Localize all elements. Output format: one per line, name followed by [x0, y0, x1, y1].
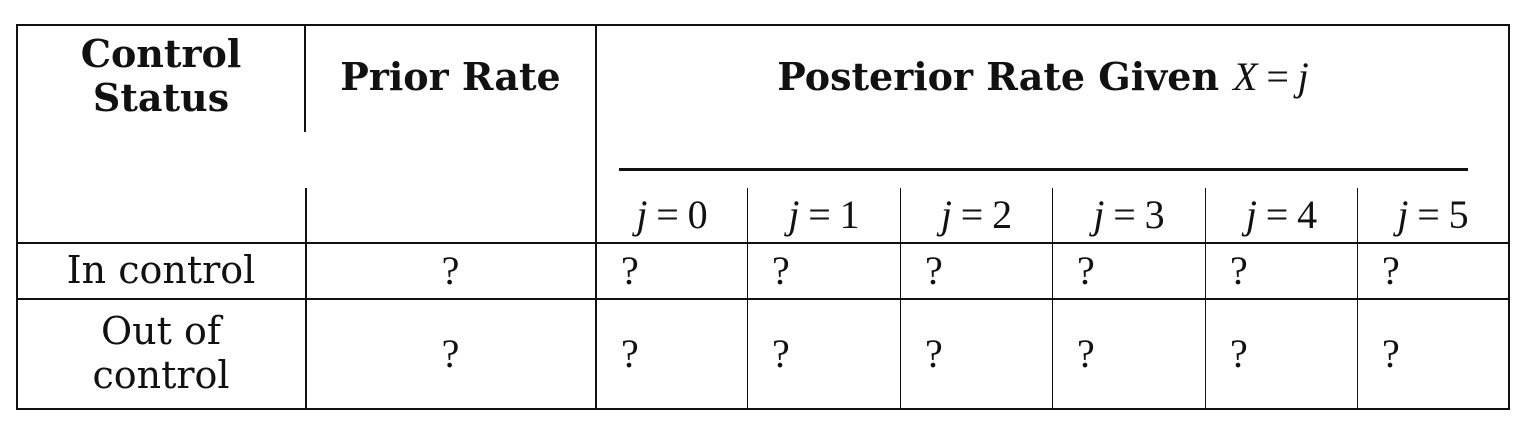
header-prior-rate: Prior Rate	[306, 50, 595, 104]
posterior-rate-table: Control Status Prior Rate Posterior Rate…	[0, 0, 1522, 430]
subheader-j-5-var: j	[1397, 192, 1409, 237]
header-prior-rate-label: Prior Rate	[340, 54, 561, 100]
row-in-control-post-2: ?	[901, 244, 1052, 298]
header-posterior-var: X	[1233, 54, 1258, 99]
row-out-of-control-post-1: ?	[748, 300, 900, 408]
row-out-of-control-post-3: ?	[1053, 300, 1205, 408]
subheader-j-3-eq: =	[1113, 192, 1136, 237]
subheader-j-1: j = 1	[748, 190, 900, 240]
subheader-j-3: j = 3	[1053, 190, 1205, 240]
subheader-j-0: j = 0	[597, 190, 747, 240]
subheader-j-3-num: 3	[1144, 192, 1165, 237]
subheader-j-1-num: 1	[839, 192, 860, 237]
row-out-of-control-post-2-value: ?	[925, 331, 943, 376]
row-in-control-post-1: ?	[748, 244, 900, 298]
subheader-j-4: j = 4	[1206, 190, 1357, 240]
row-out-of-control-prior: ?	[306, 300, 595, 408]
row-in-control-post-2-value: ?	[925, 248, 943, 293]
row-in-control-post-0-value: ?	[621, 248, 639, 293]
row-out-of-control-post-4: ?	[1206, 300, 1357, 408]
header-control-status-line1: Control	[80, 31, 242, 77]
row-out-of-control-post-4-value: ?	[1230, 331, 1248, 376]
row-out-of-control-status: Out of control	[18, 300, 304, 408]
row-in-control-post-3-value: ?	[1077, 248, 1095, 293]
subheader-j-0-eq: =	[656, 192, 679, 237]
subheader-j-2: j = 2	[901, 190, 1052, 240]
row-out-of-control-post-0-value: ?	[621, 331, 639, 376]
subheader-j-5: j = 5	[1358, 190, 1508, 240]
header-control-status: Control Status	[18, 26, 304, 126]
row-out-of-control-post-5: ?	[1358, 300, 1508, 408]
subheader-j-1-eq: =	[808, 192, 831, 237]
subheader-j-0-num: 0	[687, 192, 708, 237]
header-control-status-line2: Status	[92, 75, 230, 120]
table-border-bottom	[16, 408, 1510, 410]
row-in-control-post-3: ?	[1053, 244, 1205, 298]
row-out-of-control-prior-value: ?	[441, 331, 460, 376]
subheader-j-2-var: j	[940, 192, 952, 237]
subheader-j-2-num: 2	[992, 192, 1013, 237]
row-out-of-control-status-line1: Out of	[101, 309, 221, 354]
posterior-cmidrule	[619, 168, 1468, 171]
header-posterior-idx: j	[1297, 54, 1309, 99]
subheader-j-4-num: 4	[1297, 192, 1318, 237]
subheader-j-5-num: 5	[1448, 192, 1469, 237]
header-posterior-eq: =	[1266, 54, 1289, 99]
subheader-j-4-eq: =	[1265, 192, 1289, 237]
subheader-j-0-var: j	[636, 192, 648, 237]
table-border-right	[1508, 24, 1510, 410]
row-in-control-status-label: In control	[66, 248, 256, 293]
row-in-control-post-0: ?	[597, 244, 747, 298]
row-out-of-control-post-1-value: ?	[772, 331, 790, 376]
header-posterior-math: X = j	[1233, 54, 1309, 100]
row-in-control-post-1-value: ?	[772, 248, 790, 293]
row-in-control-prior: ?	[306, 244, 595, 298]
header-posterior-label: Posterior Rate Given	[777, 54, 1220, 100]
subheader-j-2-eq: =	[960, 192, 984, 237]
subheader-j-3-var: j	[1093, 192, 1105, 237]
subheader-j-4-var: j	[1245, 192, 1257, 237]
subheader-j-5-eq: =	[1417, 192, 1440, 237]
header-posterior-rate: Posterior Rate Given X = j	[597, 50, 1489, 104]
row-in-control-status: In control	[18, 244, 304, 298]
row-out-of-control-post-2: ?	[901, 300, 1052, 408]
row-in-control-post-4: ?	[1206, 244, 1357, 298]
row-out-of-control-status-line2: control	[92, 353, 230, 397]
row-in-control-post-4-value: ?	[1230, 248, 1248, 293]
row-out-of-control-post-5-value: ?	[1382, 331, 1400, 376]
row-in-control-post-5-value: ?	[1382, 248, 1400, 293]
row-in-control-post-5: ?	[1358, 244, 1508, 298]
subheader-j-1-var: j	[788, 192, 800, 237]
row-in-control-prior-value: ?	[441, 248, 460, 293]
row-out-of-control-post-0: ?	[597, 300, 747, 408]
row-out-of-control-post-3-value: ?	[1077, 331, 1095, 376]
